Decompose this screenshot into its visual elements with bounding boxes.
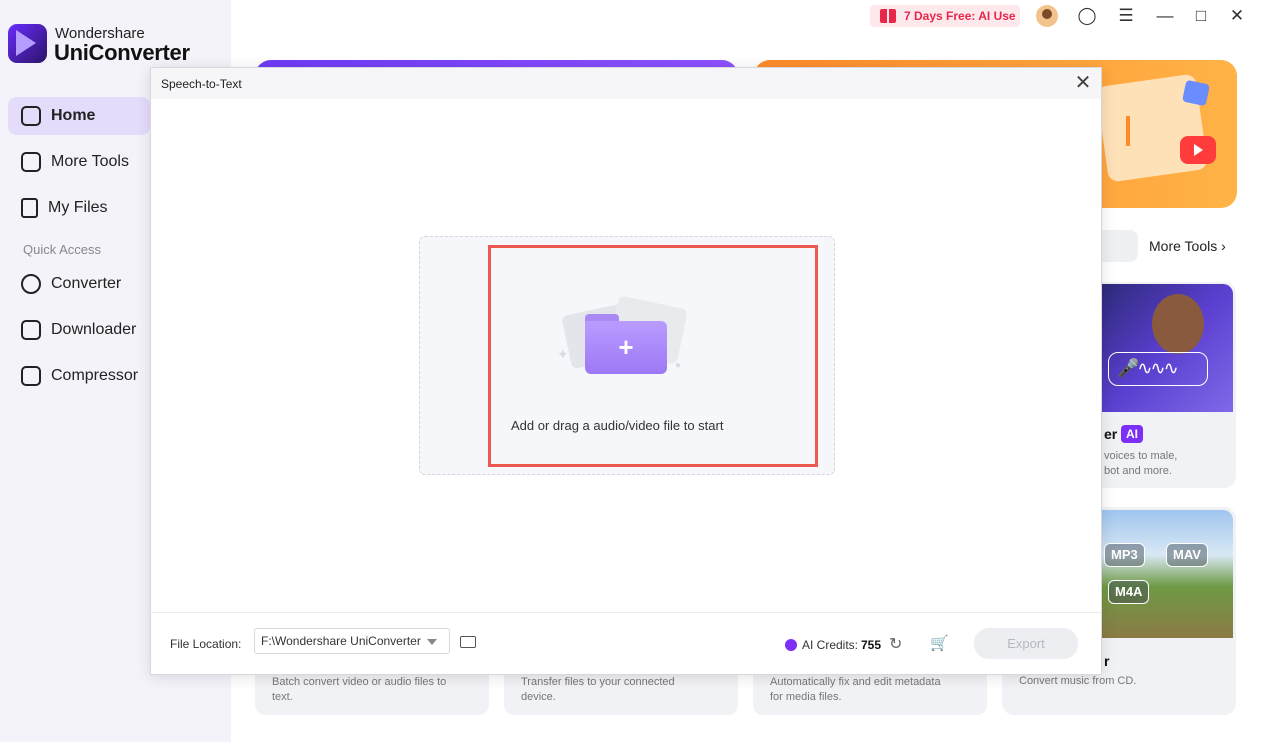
card-description-line: Batch convert video or audio files to — [272, 676, 447, 688]
dialog-title: Speech-to-Text — [161, 77, 242, 91]
card-title: er — [1104, 426, 1118, 442]
converter-icon — [21, 274, 41, 294]
voice-changer-thumbnail: 🎤∿∿∿ — [1102, 284, 1233, 412]
card-description-line: Automatically fix and edit metadata — [770, 676, 941, 688]
sparkle-icon: ● — [675, 360, 682, 371]
card-description-line: voices to male, — [1104, 450, 1178, 462]
sidebar-item-home[interactable]: Home — [8, 97, 150, 135]
logo-play-icon — [16, 30, 36, 56]
sidebar-item-label: Compressor — [51, 367, 139, 384]
card-description: Automatically fix and edit metadata for … — [770, 675, 970, 705]
film-icon — [1181, 79, 1211, 107]
card-description-line: bot and more. — [1104, 465, 1172, 477]
speech-to-text-dialog: Speech-to-Text ✕ + ✦ ● Add or drag a aud… — [150, 67, 1102, 675]
headset-icon[interactable]: ◯ — [1077, 6, 1097, 26]
sidebar-item-converter[interactable]: Converter — [8, 265, 150, 303]
format-badge: MAV — [1166, 543, 1208, 567]
gift-icon — [880, 9, 896, 23]
toolbox-icon — [21, 152, 41, 172]
sidebar-item-label: My Files — [48, 199, 108, 216]
sidebar-item-label: Downloader — [51, 321, 137, 338]
format-badge: M4A — [1108, 580, 1150, 604]
ai-badge: AI — [1121, 425, 1143, 443]
card-description: Convert music from CD. — [1019, 675, 1137, 687]
card-description-line: for media files. — [770, 691, 842, 703]
brand-line-2: UniConverter — [54, 40, 190, 65]
video-play-icon — [1180, 136, 1216, 164]
sidebar-item-downloader[interactable]: Downloader — [8, 311, 150, 349]
avatar[interactable] — [1036, 5, 1058, 27]
ai-credits-label: AI Credits: — [802, 638, 859, 652]
menu-icon[interactable]: ☰ — [1116, 6, 1136, 26]
more-tools-link[interactable]: More Tools › — [1149, 238, 1226, 254]
sidebar-item-compressor[interactable]: Compressor — [8, 357, 150, 395]
refresh-icon[interactable]: ↻ — [889, 634, 902, 654]
sidebar-item-label: Home — [51, 107, 96, 124]
file-icon — [21, 198, 38, 218]
file-location-select[interactable]: F:\Wondershare UniConverter — [254, 628, 450, 654]
downloader-icon — [21, 320, 41, 340]
card-description-line: device. — [521, 691, 556, 703]
card-description-line: Transfer files to your connected — [521, 676, 675, 688]
tools-tab-pill[interactable] — [1100, 230, 1138, 262]
home-icon — [21, 106, 41, 126]
chevron-down-icon[interactable] — [427, 639, 437, 645]
sidebar-item-my-files[interactable]: My Files — [8, 189, 150, 227]
singer-image — [1152, 294, 1204, 354]
dialog-close-icon[interactable]: ✕ — [1073, 73, 1093, 94]
cd-ripper-thumbnail: MP3 MAV M4A — [1102, 510, 1233, 638]
dialog-footer: File Location: F:\Wondershare UniConvert… — [151, 612, 1101, 674]
cart-icon[interactable]: 🛒 — [930, 634, 949, 652]
file-location-label: File Location: — [170, 637, 242, 651]
add-folder-icon[interactable]: + — [585, 321, 667, 374]
quick-access-heading: Quick Access — [23, 242, 102, 257]
compressor-icon — [21, 366, 41, 386]
maximize-icon[interactable]: □ — [1191, 6, 1211, 26]
ai-credits-value: 755 — [861, 638, 882, 652]
promo-text: 7 Days Free: AI Use — [904, 9, 1016, 23]
more-tools-link-text: More Tools — [1149, 238, 1218, 254]
sidebar-item-label: More Tools — [51, 153, 129, 170]
card-description-line: text. — [272, 691, 293, 703]
dialog-header: Speech-to-Text ✕ — [151, 68, 1101, 99]
export-button[interactable]: Export — [974, 628, 1078, 659]
folder-icon[interactable] — [460, 636, 476, 648]
sparkle-icon: ✦ — [557, 346, 569, 362]
minimize-icon[interactable]: — — [1155, 6, 1175, 26]
microphone-wave-icon: 🎤∿∿∿ — [1108, 352, 1208, 386]
ai-credits-icon — [785, 639, 797, 651]
sidebar-item-more-tools[interactable]: More Tools — [8, 143, 150, 181]
card-description: Batch convert video or audio files to te… — [272, 675, 472, 705]
sidebar-item-label: Converter — [51, 275, 122, 292]
promo-badge[interactable]: 7 Days Free: AI Use — [870, 5, 1020, 27]
format-badge: MP3 — [1104, 543, 1145, 567]
card-description: voices to male, bot and more. — [1104, 449, 1232, 479]
drop-zone-text: Add or drag a audio/video file to start — [511, 418, 724, 433]
download-arrow-icon — [1126, 116, 1144, 146]
chevron-right-icon: › — [1221, 238, 1226, 254]
card-title: r — [1104, 653, 1110, 669]
card-description: Transfer files to your connected device. — [521, 675, 721, 705]
close-icon[interactable]: ✕ — [1227, 6, 1247, 26]
